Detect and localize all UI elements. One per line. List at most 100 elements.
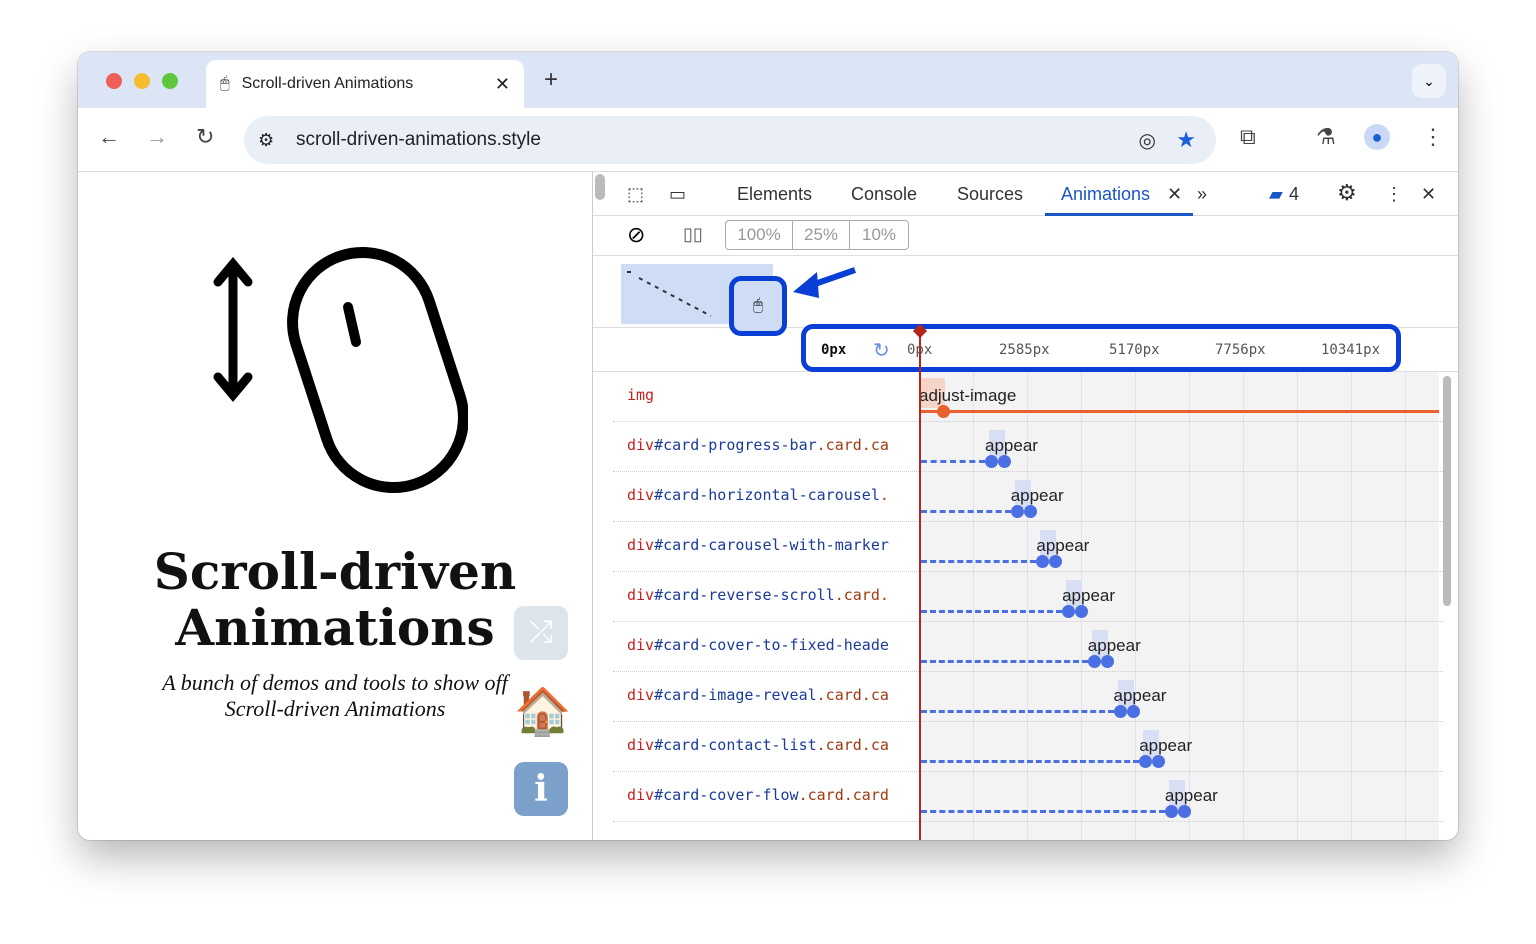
element-selector[interactable]: div#card-cover-to-fixed-heade <box>627 636 917 654</box>
site-settings-icon[interactable]: ⚙ <box>258 130 274 151</box>
info-button[interactable]: i <box>514 762 568 816</box>
keyframe-dot[interactable] <box>1100 655 1114 668</box>
ruler-highlight <box>801 324 1401 372</box>
keyframe-dot[interactable] <box>937 405 950 418</box>
ruler-tick: 2585px <box>999 342 1050 358</box>
issues-count[interactable]: 4 <box>1289 184 1299 205</box>
animations-toolbar: ⊘ ▯▯ 100% 25% 10% <box>593 216 1458 256</box>
animation-name: appear <box>1087 636 1141 655</box>
delay-line <box>921 510 1011 513</box>
browser-window: 🖱 Scroll-driven Animations ✕ + ⌄ ← → ↻ ⚙… <box>78 52 1458 840</box>
animation-row[interactable]: div#card-contact-list.card.ca <box>613 722 1443 772</box>
animation-name: appear <box>1010 486 1064 505</box>
more-tabs-icon[interactable]: » <box>1197 184 1207 205</box>
animation-row[interactable]: div#card-image-reveal.card.ca <box>613 672 1443 722</box>
scroll-timeline-mouse-icon[interactable]: 🖱 <box>729 276 787 336</box>
clear-all-icon[interactable]: ⊘ <box>627 222 645 248</box>
keyframe-dot[interactable] <box>1113 705 1127 718</box>
animation-name: adjust-image <box>919 386 1017 405</box>
element-selector[interactable]: div#card-image-reveal.card.ca <box>627 686 917 704</box>
element-selector[interactable]: div#card-reverse-scroll.card. <box>627 586 917 604</box>
tab-search-button[interactable]: ⌄ <box>1412 64 1446 98</box>
bookmark-star-icon[interactable]: ★ <box>1176 127 1196 153</box>
tab-console[interactable]: Console <box>851 184 917 205</box>
browser-tab[interactable]: 🖱 Scroll-driven Animations ✕ <box>206 60 524 108</box>
ruler-tick: 10341px <box>1321 342 1381 358</box>
delay-line <box>921 810 1165 813</box>
animation-row[interactable]: div#card-cover-to-fixed-heade <box>613 622 1443 672</box>
delay-line <box>921 760 1140 763</box>
delay-line <box>921 610 1063 613</box>
ruler-tick: 7756px <box>1215 342 1266 358</box>
forward-button[interactable]: → <box>146 124 168 150</box>
devtools-menu-icon[interactable]: ⋮ <box>1385 184 1403 205</box>
home-button[interactable]: 🏠 <box>514 684 571 739</box>
keyframe-dot[interactable] <box>1010 505 1024 518</box>
keyframe-dot[interactable] <box>1075 605 1089 618</box>
new-tab-button[interactable]: + <box>544 66 558 94</box>
delay-line <box>921 660 1088 663</box>
pause-all-icon[interactable]: ▯▯ <box>683 224 703 245</box>
tab-animations[interactable]: Animations <box>1061 184 1150 205</box>
animation-timeline: img adjust-image div#card-progress-bar.ca… <box>593 328 1458 840</box>
animation-row[interactable]: div#card-cover-flow.card.card <box>613 772 1443 822</box>
element-selector[interactable]: div#card-cover-flow.card.card <box>627 786 917 804</box>
replay-icon[interactable]: ↻ <box>873 338 890 362</box>
keyframe-dot[interactable] <box>1177 805 1191 818</box>
speed-10[interactable]: 10% <box>849 220 909 250</box>
element-selector[interactable]: div#card-carousel-with-marker <box>627 536 917 554</box>
current-scroll-position: 0px <box>821 342 847 358</box>
keyframe-dot[interactable] <box>998 455 1011 468</box>
eye-off-icon[interactable]: ◎ <box>1139 128 1156 153</box>
device-toolbar-icon[interactable]: ▭ <box>669 184 686 205</box>
element-selector[interactable]: div#card-horizontal-carousel. <box>627 486 917 504</box>
animation-name: appear <box>1036 536 1090 555</box>
keyframe-dot[interactable] <box>1087 655 1101 668</box>
tab-sources[interactable]: Sources <box>957 184 1023 205</box>
animation-name: appear <box>1113 686 1167 705</box>
close-animations-tab-icon[interactable]: ✕ <box>1167 184 1182 205</box>
element-selector[interactable]: div#card-progress-bar.card.ca <box>627 436 917 454</box>
keyframe-dot[interactable] <box>1164 805 1178 818</box>
more-menu-icon[interactable]: ⋮ <box>1422 124 1444 150</box>
animation-row[interactable]: div#card-reverse-scroll.card. <box>613 572 1443 622</box>
page-title-line1: Scroll-driven <box>153 542 517 601</box>
address-bar[interactable]: ⚙ scroll-driven-animations.style ◎ ★ <box>244 116 1216 164</box>
timeline-scrollbar[interactable] <box>1443 376 1451 606</box>
profile-avatar[interactable]: ● <box>1364 124 1390 150</box>
reload-button[interactable]: ↻ <box>196 124 214 150</box>
speed-25[interactable]: 25% <box>792 220 850 250</box>
maximize-window-button[interactable] <box>162 73 178 89</box>
playhead-line[interactable] <box>919 328 921 840</box>
keyframe-dot[interactable] <box>1062 605 1076 618</box>
shuffle-button[interactable]: ⤮ <box>514 606 568 660</box>
close-tab-icon[interactable]: ✕ <box>495 74 510 95</box>
minimize-window-button[interactable] <box>134 73 150 89</box>
devtools-tab-bar: ⬚ ▭ Elements Console Sources Animations … <box>593 172 1458 216</box>
element-selector[interactable]: img <box>627 386 917 404</box>
animation-bar[interactable] <box>921 410 1439 413</box>
settings-gear-icon[interactable]: ⚙ <box>1337 180 1357 206</box>
labs-flask-icon[interactable]: ⚗ <box>1316 124 1336 150</box>
keyframe-dot[interactable] <box>1023 505 1037 518</box>
animation-name: appear <box>1164 786 1218 805</box>
tab-bar: 🖱 Scroll-driven Animations ✕ + ⌄ <box>78 52 1458 108</box>
speed-100[interactable]: 100% <box>725 220 793 250</box>
element-selector[interactable]: div#card-contact-list.card.ca <box>627 736 917 754</box>
animation-name: appear <box>1062 586 1116 605</box>
animation-row[interactable]: img <box>613 372 1443 422</box>
extensions-icon[interactable]: ⧉ <box>1240 124 1256 150</box>
annotation-arrow-icon <box>793 267 856 298</box>
mouse-favicon-icon: 🖱 <box>220 75 230 92</box>
back-button[interactable]: ← <box>98 124 120 150</box>
issues-icon[interactable]: ▰ <box>1269 184 1283 205</box>
tab-elements[interactable]: Elements <box>737 184 812 205</box>
devtools-panel: ⬚ ▭ Elements Console Sources Animations … <box>592 172 1458 840</box>
keyframe-dot[interactable] <box>1126 705 1140 718</box>
close-window-button[interactable] <box>106 73 122 89</box>
animation-name: appear <box>985 436 1038 455</box>
close-devtools-icon[interactable]: ✕ <box>1421 184 1436 205</box>
keyframe-dot[interactable] <box>985 455 998 468</box>
animation-row[interactable]: div#card-carousel-with-marker <box>613 522 1443 572</box>
inspect-element-icon[interactable]: ⬚ <box>627 184 644 205</box>
